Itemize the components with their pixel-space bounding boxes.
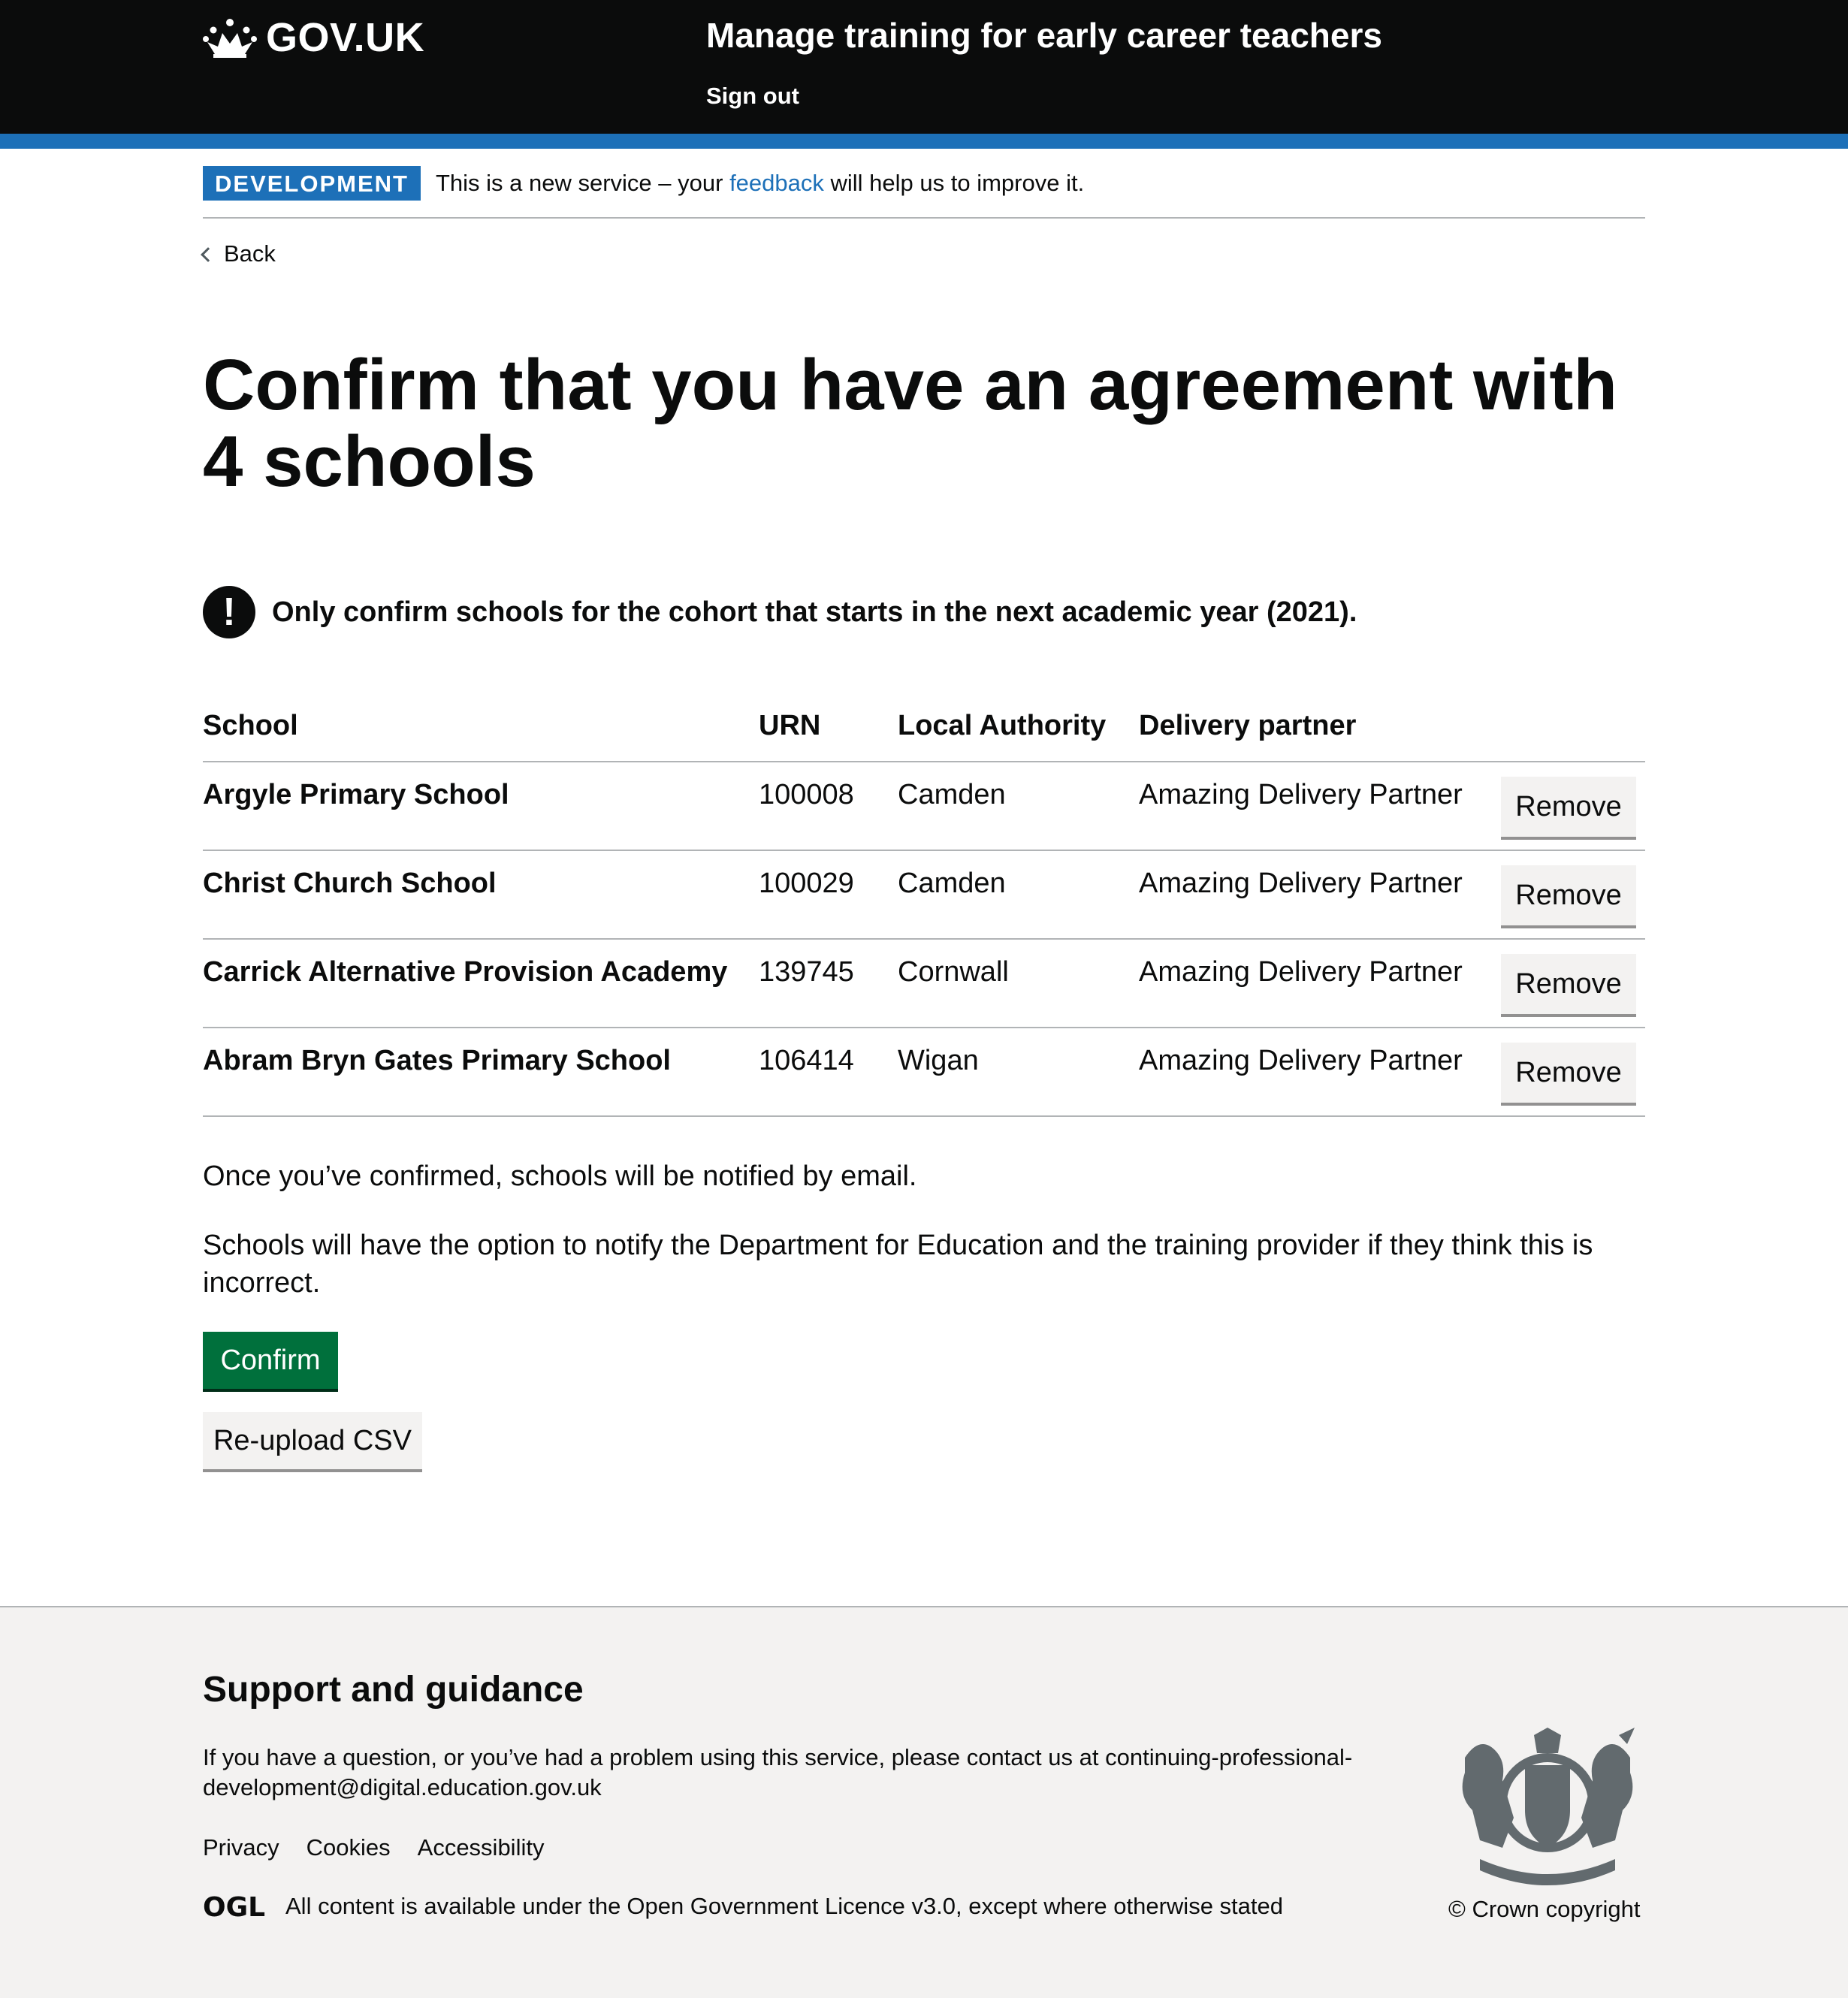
remove-button[interactable]: Remove <box>1501 865 1636 925</box>
delivery-partner: Amazing Delivery Partner <box>1139 779 1463 810</box>
warning-text-block: ! Only confirm schools for the cohort th… <box>203 586 1357 638</box>
schools-table: School URN Local Authority Delivery part… <box>203 695 1645 1117</box>
back-link-label: Back <box>224 240 276 267</box>
table-row: Christ Church School 100029 Camden Amazi… <box>203 851 1645 940</box>
remove-button[interactable]: Remove <box>1501 777 1636 837</box>
table-row: Abram Bryn Gates Primary School 106414 W… <box>203 1028 1645 1117</box>
chevron-left-icon <box>201 247 216 262</box>
dispute-info: Schools will have the option to notify t… <box>203 1230 1593 1299</box>
school-urn: 139745 <box>759 956 854 988</box>
phase-banner-text: This is a new service – your feedback wi… <box>436 170 1084 197</box>
delivery-partner: Amazing Delivery Partner <box>1139 1045 1463 1076</box>
remove-button[interactable]: Remove <box>1501 954 1636 1014</box>
phase-text-before: This is a new service – your <box>435 169 730 196</box>
local-authority: Cornwall <box>898 956 1009 988</box>
phase-tag: DEVELOPMENT <box>203 165 421 201</box>
royal-coat-of-arms-icon <box>1462 1728 1635 1885</box>
privacy-link[interactable]: Privacy <box>203 1834 279 1861</box>
warning-text: Only confirm schools for the cohort that… <box>272 596 1357 628</box>
header-local-authority: Local Authority <box>898 710 1107 741</box>
licence-text-before: All content is available under the <box>285 1893 621 1919</box>
local-authority: Camden <box>898 779 1006 810</box>
remove-button[interactable]: Remove <box>1501 1043 1636 1103</box>
footer-heading: Support and guidance <box>203 1670 584 1710</box>
service-name-link[interactable]: Manage training for early career teacher… <box>706 15 1382 56</box>
contact-text: If you have a question, or you’ve had a … <box>203 1744 1106 1770</box>
local-authority: Wigan <box>898 1045 979 1076</box>
govuk-logo-link[interactable]: GOV.UK <box>203 14 424 62</box>
delivery-partner: Amazing Delivery Partner <box>1139 956 1463 988</box>
licence-link[interactable]: Open Government Licence v3.0 <box>627 1893 956 1920</box>
reupload-csv-button[interactable]: Re-upload CSV <box>203 1412 422 1469</box>
row-actions: Remove <box>1501 777 1645 837</box>
local-authority: Camden <box>898 868 1006 899</box>
confirm-button[interactable]: Confirm <box>203 1332 338 1389</box>
school-urn: 100008 <box>759 779 854 810</box>
page-title: Confirm that you have an agreement with … <box>203 345 1617 502</box>
school-name: Abram Bryn Gates Primary School <box>203 1045 671 1076</box>
header-delivery-partner: Delivery partner <box>1139 710 1357 741</box>
feedback-link[interactable]: feedback <box>729 170 824 196</box>
accessibility-link[interactable]: Accessibility <box>418 1834 545 1861</box>
licence-text-after: , except where otherwise stated <box>956 1893 1283 1919</box>
header-school: School <box>203 710 298 741</box>
crown-copyright-link[interactable]: © Crown copyright <box>1448 1896 1640 1923</box>
back-link[interactable]: Back <box>201 240 276 267</box>
phase-text-after: will help us to improve it. <box>823 169 1085 196</box>
school-name: Argyle Primary School <box>203 779 509 810</box>
school-urn: 106414 <box>759 1045 854 1076</box>
header-blue-bar <box>0 134 1848 149</box>
phase-banner: DEVELOPMENT This is a new service – your… <box>203 149 1645 219</box>
table-header-row: School URN Local Authority Delivery part… <box>203 695 1645 762</box>
sign-out-link[interactable]: Sign out <box>706 83 799 110</box>
header-urn: URN <box>759 710 821 741</box>
table-row: Carrick Alternative Provision Academy 13… <box>203 940 1645 1028</box>
footer-licence: OGL All content is available under the O… <box>203 1893 1283 1920</box>
ogl-logo-text: OGL <box>203 1893 265 1920</box>
notification-info: Once you’ve confirmed, schools will be n… <box>203 1160 917 1192</box>
footer-contact-text: If you have a question, or you’ve had a … <box>203 1743 1375 1803</box>
school-urn: 100029 <box>759 868 854 899</box>
row-actions: Remove <box>1501 865 1645 925</box>
footer-links: Privacy Cookies Accessibility <box>203 1834 544 1861</box>
school-name: Christ Church School <box>203 868 497 899</box>
row-actions: Remove <box>1501 1043 1645 1103</box>
school-name: Carrick Alternative Provision Academy <box>203 956 728 988</box>
site-footer: Support and guidance If you have a quest… <box>0 1606 1848 1998</box>
logo-text: GOV.UK <box>266 15 425 60</box>
delivery-partner: Amazing Delivery Partner <box>1139 868 1463 899</box>
table-row: Argyle Primary School 100008 Camden Amaz… <box>203 762 1645 851</box>
crown-icon <box>203 19 257 58</box>
row-actions: Remove <box>1501 954 1645 1014</box>
site-header: GOV.UK Manage training for early career … <box>0 0 1848 134</box>
ogl-logo: OGL <box>203 1893 265 1920</box>
warning-icon: ! <box>203 586 255 638</box>
cookies-link[interactable]: Cookies <box>306 1834 391 1861</box>
